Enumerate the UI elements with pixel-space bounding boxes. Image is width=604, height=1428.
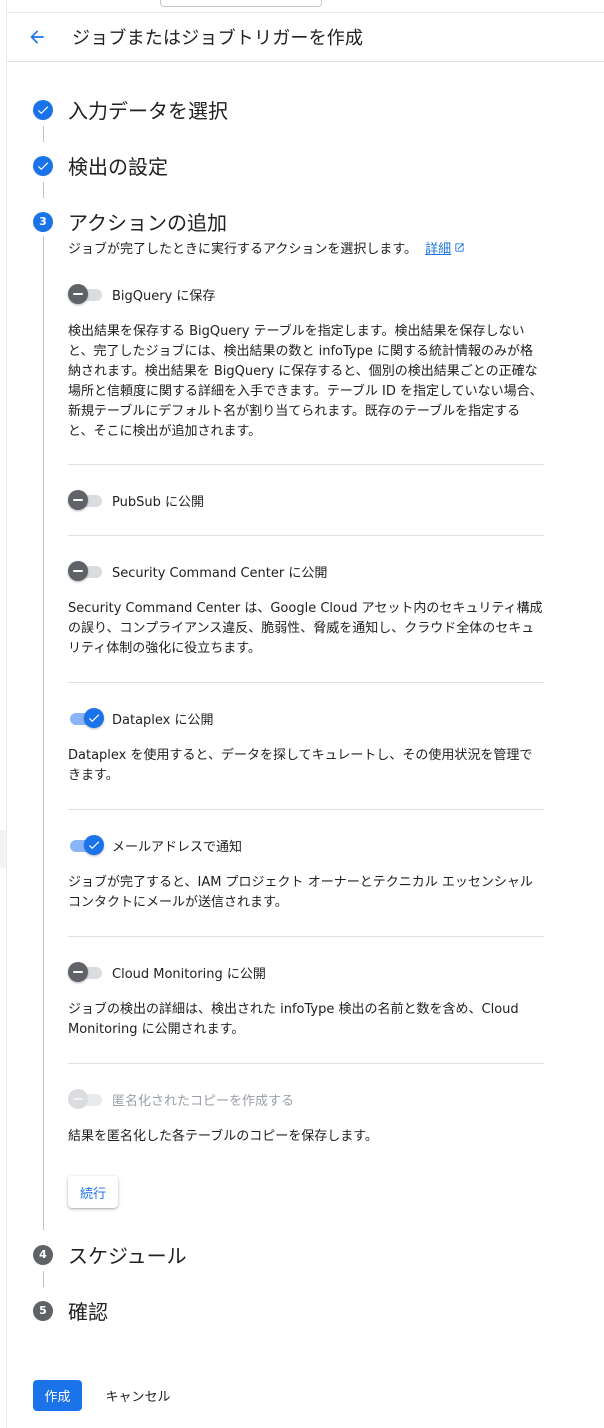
- action-description: Security Command Center は、Google Cloud ア…: [68, 601, 543, 656]
- step-add-actions[interactable]: 3 アクションの追加: [33, 207, 227, 236]
- action-security-command-center: Security Command Center に公開 Security Com…: [68, 559, 544, 659]
- toggle-label: Cloud Monitoring に公開: [112, 966, 266, 982]
- action-deidentified-copy: 匿名化されたコピーを作成する 結果を匿名化した各テーブルのコピーを保存します。: [68, 1087, 544, 1147]
- step-connector: [43, 1271, 44, 1287]
- minus-icon: [73, 570, 83, 572]
- step-description: ジョブが完了したときに実行するアクションを選択します。 詳細: [68, 238, 465, 257]
- toggle-label: メールアドレスで通知: [112, 839, 243, 855]
- divider: [68, 464, 544, 465]
- action-email-notify: メールアドレスで通知 ジョブが完了すると、IAM プロジェクト オーナーとテクニ…: [68, 833, 544, 913]
- divider: [68, 936, 544, 937]
- action-description: ジョブが完了すると、IAM プロジェクト オーナーとテクニカル エッセンシャル …: [68, 875, 533, 910]
- action-description: 結果を匿名化した各テーブルのコピーを保存します。: [68, 1129, 378, 1144]
- toggle-label: Security Command Center に公開: [112, 565, 328, 581]
- divider: [68, 1063, 544, 1064]
- action-pubsub: PubSub に公開: [68, 488, 544, 512]
- dataplex-toggle[interactable]: [68, 708, 104, 728]
- step-select-input[interactable]: 入力データを選択: [33, 95, 228, 124]
- step-number-badge: 5: [33, 1300, 53, 1321]
- divider: [68, 809, 544, 810]
- action-dataplex: Dataplex に公開 Dataplex を使用すると、データを探してキュレー…: [68, 706, 544, 786]
- top-field-edge: [160, 0, 322, 7]
- step-confirm[interactable]: 5 確認: [33, 1296, 108, 1325]
- step-connector: [43, 182, 44, 198]
- toggle-label: Dataplex に公開: [112, 712, 214, 728]
- email-toggle[interactable]: [68, 835, 104, 855]
- check-circle-icon: [33, 99, 53, 120]
- bigquery-toggle[interactable]: [68, 284, 104, 304]
- cancel-button[interactable]: キャンセル: [98, 1380, 178, 1411]
- pubsub-toggle[interactable]: [68, 490, 104, 510]
- step-number-badge: 3: [33, 211, 53, 232]
- page-title: ジョブまたはジョブトリガーを作成: [72, 28, 364, 49]
- page-header: ジョブまたはジョブトリガーを作成: [7, 12, 604, 62]
- action-cloud-monitoring: Cloud Monitoring に公開 ジョブの検出の詳細は、検出された in…: [68, 960, 544, 1040]
- check-circle-icon: [33, 155, 53, 176]
- toggle-label: 匿名化されたコピーを作成する: [112, 1093, 295, 1109]
- toggle-label: PubSub に公開: [112, 494, 204, 510]
- action-description: 検出結果を保存する BigQuery テーブルを指定します。検出結果を保存しない…: [68, 324, 543, 439]
- step-label: アクションの追加: [68, 211, 227, 235]
- step-schedule[interactable]: 4 スケジュール: [33, 1240, 187, 1269]
- minus-icon: [73, 499, 83, 501]
- toggle-label: BigQuery に保存: [112, 288, 216, 304]
- check-icon: [88, 714, 100, 723]
- step-number-badge: 4: [33, 1244, 53, 1265]
- scc-toggle[interactable]: [68, 561, 104, 581]
- step-detection-settings[interactable]: 検出の設定: [33, 151, 168, 180]
- deidentify-toggle: [68, 1089, 104, 1109]
- arrow-back-icon: [30, 30, 44, 44]
- back-button[interactable]: [19, 19, 55, 55]
- action-bigquery: BigQuery に保存 検出結果を保存する BigQuery テーブルを指定し…: [68, 282, 544, 442]
- step-label: 入力データを選択: [68, 99, 228, 123]
- minus-icon: [73, 1098, 83, 1100]
- cloud-monitoring-toggle[interactable]: [68, 962, 104, 982]
- action-description: ジョブの検出の詳細は、検出された infoType 検出の名前と数を含め、Clo…: [68, 1002, 519, 1037]
- minus-icon: [73, 293, 83, 295]
- learn-more-link[interactable]: 詳細: [425, 238, 451, 257]
- minus-icon: [73, 971, 83, 973]
- step-description-text: ジョブが完了したときに実行するアクションを選択します。: [68, 242, 418, 257]
- step-connector: [43, 236, 44, 1230]
- step-label: 検出の設定: [68, 155, 168, 179]
- divider: [68, 535, 544, 536]
- step-label: 確認: [68, 1300, 108, 1324]
- open-in-new-icon: [454, 242, 465, 253]
- left-panel-border: [6, 0, 7, 1428]
- check-icon: [88, 841, 100, 850]
- left-panel-highlight: [0, 830, 6, 868]
- continue-button[interactable]: 続行: [68, 1176, 118, 1208]
- divider: [68, 682, 544, 683]
- action-description: Dataplex を使用すると、データを探してキュレートし、その使用状況を管理で…: [68, 748, 533, 783]
- create-job-page: ジョブまたはジョブトリガーを作成 入力データを選択 検出の設定 3 アクションの…: [0, 0, 604, 1428]
- step-label: スケジュール: [68, 1244, 187, 1268]
- step-connector: [43, 126, 44, 142]
- create-button[interactable]: 作成: [33, 1380, 82, 1411]
